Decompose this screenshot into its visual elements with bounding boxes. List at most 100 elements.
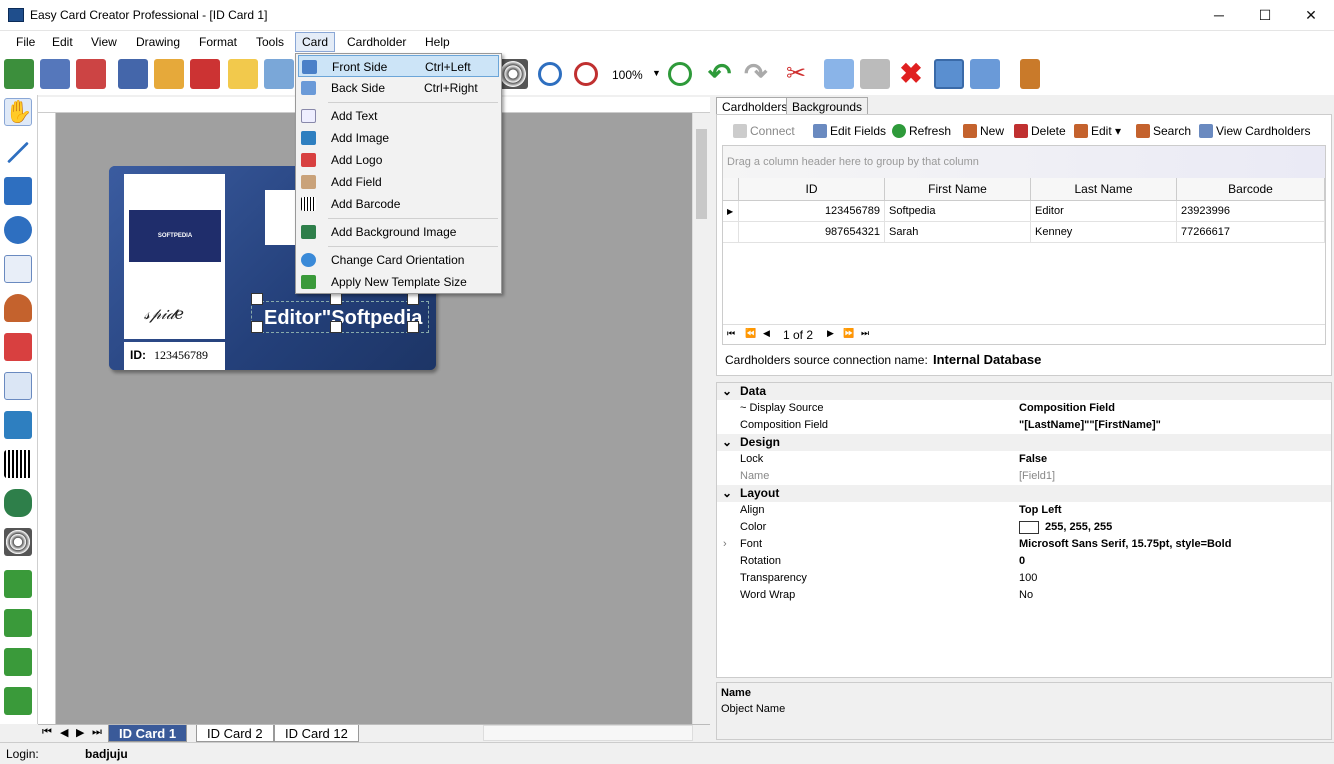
refresh-button[interactable]: Refresh (892, 124, 951, 138)
collapse-icon[interactable]: ⌄ (722, 485, 732, 502)
table-tool-icon[interactable] (4, 372, 32, 400)
line-tool-icon[interactable] (7, 141, 29, 164)
menu-item-front-side[interactable]: Front Side Ctrl+Left (298, 55, 499, 77)
delete-icon[interactable]: ✖ (896, 59, 926, 89)
group-by-area[interactable]: Drag a column header here to group by th… (723, 146, 1325, 178)
menu-item-add-image[interactable]: Add Image (298, 127, 499, 149)
settings-icon[interactable] (264, 59, 294, 89)
paste-icon[interactable] (860, 59, 890, 89)
resize-handle[interactable] (330, 321, 342, 333)
tab-id-card-1[interactable]: ID Card 1 (108, 725, 188, 742)
resize-handle[interactable] (407, 293, 419, 305)
zoom-out-icon[interactable] (538, 62, 562, 86)
menu-item-add-background-image[interactable]: Add Background Image (298, 221, 499, 243)
menu-item-change-orientation[interactable]: Change Card Orientation (298, 249, 499, 271)
category-design[interactable]: ⌄ Design (717, 434, 1331, 451)
tab-id-card-12[interactable]: ID Card 12 (274, 725, 359, 742)
zoom-level[interactable]: 100% (612, 68, 643, 82)
minimize-button[interactable]: ─ (1196, 0, 1242, 30)
front-side-icon[interactable] (934, 59, 964, 89)
prop-font[interactable]: › Font Microsoft Sans Serif, 15.75pt, styl… (717, 536, 1331, 553)
copy-icon[interactable] (824, 59, 854, 89)
undo-icon[interactable]: ↶ (708, 59, 738, 89)
menu-card[interactable]: Card (295, 32, 336, 52)
align-left-icon[interactable] (4, 570, 32, 598)
menu-drawing[interactable]: Drawing (130, 34, 186, 50)
zoom-fit-icon[interactable] (668, 62, 692, 86)
add-image-icon[interactable] (118, 59, 148, 89)
collapse-icon[interactable]: ⌄ (722, 434, 732, 451)
resize-handle[interactable] (251, 321, 263, 333)
pager-next-icon[interactable]: ▶ (827, 328, 834, 339)
prop-name[interactable]: Name [Field1] (717, 468, 1331, 485)
pager-prev-page-icon[interactable]: ⏪ (745, 328, 756, 339)
open-card-icon[interactable] (40, 59, 70, 89)
category-layout[interactable]: ⌄ Layout (717, 485, 1331, 502)
exit-door-icon[interactable] (1020, 59, 1040, 89)
edit-button[interactable]: Edit ▾ (1074, 124, 1121, 138)
menu-item-add-field[interactable]: Add Field (298, 171, 499, 193)
menu-item-add-logo[interactable]: Add Logo (298, 149, 499, 171)
cell-barcode[interactable]: 77266617 (1177, 222, 1325, 243)
cell-first-name[interactable]: Sarah (885, 222, 1031, 243)
cell-first-name[interactable]: Softpedia (885, 201, 1031, 222)
resize-handle[interactable] (330, 293, 342, 305)
menu-format[interactable]: Format (193, 34, 243, 50)
prop-display-source[interactable]: ~ Display Source Composition Field (717, 400, 1331, 417)
card-photo-area[interactable]: SOFTPEDIA 𝓈𝓅𝒾𝒹𝑒 (124, 174, 225, 339)
back-side-icon[interactable] (970, 59, 1000, 89)
pager-prev-icon[interactable]: ◀ (763, 328, 770, 339)
cut-icon[interactable]: ✂ (786, 59, 816, 89)
delete-card-icon[interactable] (76, 59, 106, 89)
menu-item-apply-template-size[interactable]: Apply New Template Size (298, 271, 499, 293)
menu-item-back-side[interactable]: Back Side Ctrl+Right (298, 77, 499, 99)
barcode-tool-icon[interactable] (4, 450, 32, 478)
pager-last-icon[interactable]: ⏭ (861, 328, 869, 339)
zoom-dropdown-icon[interactable]: ▼ (652, 68, 661, 78)
tab-id-card-2[interactable]: ID Card 2 (196, 725, 274, 742)
rectangle-tool-icon[interactable] (4, 177, 32, 205)
zoom-in-icon[interactable] (574, 62, 598, 86)
cell-last-name[interactable]: Kenney (1031, 222, 1177, 243)
prop-rotation[interactable]: Rotation 0 (717, 553, 1331, 570)
tab-cardholders[interactable]: Cardholders (716, 97, 794, 115)
remove-image-icon[interactable] (190, 59, 220, 89)
new-button[interactable]: New (963, 124, 1004, 138)
fingerprint-tool-icon[interactable] (4, 528, 32, 556)
image-tool-icon[interactable] (4, 411, 32, 439)
tab-nav-last-icon[interactable]: ⏭ (92, 726, 102, 739)
canvas-vertical-scrollbar[interactable] (692, 113, 710, 724)
edit-image-icon[interactable] (154, 59, 184, 89)
photo-tool-icon[interactable] (4, 294, 32, 322)
close-button[interactable]: ✕ (1288, 0, 1334, 30)
expand-icon[interactable]: › (723, 536, 727, 553)
menu-item-add-text[interactable]: Add Text (298, 105, 499, 127)
pager-next-page-icon[interactable]: ⏩ (843, 328, 854, 339)
tab-nav-first-icon[interactable]: ⏮ (42, 726, 52, 739)
menu-cardholder[interactable]: Cardholder (341, 34, 412, 50)
tab-nav-prev-icon[interactable]: ◀ (60, 726, 68, 739)
menu-item-add-barcode[interactable]: Add Barcode (298, 193, 499, 215)
new-card-icon[interactable] (4, 59, 34, 89)
horizontal-scrollbar[interactable] (483, 725, 693, 741)
edit-fields-button[interactable]: Edit Fields (813, 124, 886, 138)
signature-tool-icon[interactable] (4, 489, 32, 517)
pointer-hand-icon[interactable]: ✋ (4, 98, 32, 126)
prop-color[interactable]: Color 255, 255, 255 (717, 519, 1331, 536)
folder-icon[interactable] (228, 59, 258, 89)
prop-lock[interactable]: Lock False (717, 451, 1331, 468)
column-header-barcode[interactable]: Barcode (1177, 178, 1325, 201)
pager-first-icon[interactable]: ⏮ (727, 328, 735, 339)
fingerprint-icon[interactable] (498, 59, 528, 89)
maximize-button[interactable]: ☐ (1242, 0, 1288, 30)
collapse-icon[interactable]: ⌄ (722, 383, 732, 400)
redo-icon[interactable]: ↷ (744, 59, 774, 89)
menu-help[interactable]: Help (419, 34, 456, 50)
column-header-last-name[interactable]: Last Name (1031, 178, 1177, 201)
prop-align[interactable]: Align Top Left (717, 502, 1331, 519)
align-bottom-icon[interactable] (4, 687, 32, 715)
menu-edit[interactable]: Edit (46, 34, 79, 50)
resize-handle[interactable] (407, 321, 419, 333)
resize-handle[interactable] (251, 293, 263, 305)
align-center-icon[interactable] (4, 609, 32, 637)
